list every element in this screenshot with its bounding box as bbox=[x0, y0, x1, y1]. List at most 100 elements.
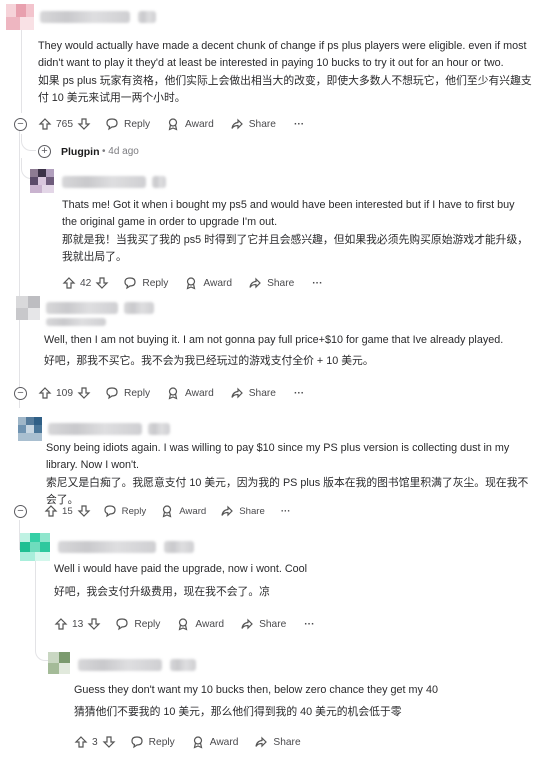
comment-text-en: Sony being idiots again. I was willing t… bbox=[46, 442, 510, 471]
meta-blurred bbox=[148, 423, 170, 435]
thread-line bbox=[21, 26, 22, 113]
award-button[interactable]: Award bbox=[184, 276, 232, 290]
share-button[interactable]: Share bbox=[220, 504, 265, 518]
more-options-button[interactable]: ··· bbox=[294, 388, 304, 399]
comment-text-zh: 那就是我！当我买了我的 ps5 时得到了它并且会感兴趣，但如果我必须先购买原始游… bbox=[62, 234, 529, 263]
award-label: Award bbox=[203, 277, 233, 289]
share-button[interactable]: Share bbox=[248, 276, 294, 290]
award-label: Award bbox=[185, 387, 214, 399]
avatar bbox=[20, 533, 50, 561]
reply-icon bbox=[106, 118, 118, 131]
downvote-button[interactable] bbox=[87, 617, 101, 631]
share-label: Share bbox=[248, 387, 276, 399]
upvote-icon bbox=[54, 618, 68, 630]
avatar bbox=[30, 169, 54, 193]
more-options-button[interactable]: ··· bbox=[304, 619, 314, 630]
award-button[interactable]: Award bbox=[166, 117, 214, 131]
award-icon bbox=[162, 505, 172, 518]
upvote-button[interactable] bbox=[38, 386, 52, 400]
reply-button[interactable]: Reply bbox=[123, 276, 168, 290]
share-icon bbox=[249, 277, 261, 289]
downvote-icon bbox=[95, 277, 109, 289]
reply-label: Reply bbox=[124, 387, 151, 399]
action-bar: 15 Reply Award Share ··· bbox=[44, 502, 290, 520]
collapse-icon[interactable]: − bbox=[14, 505, 27, 518]
downvote-button[interactable] bbox=[102, 735, 116, 749]
timestamp-text: 4d ago bbox=[108, 146, 139, 157]
reply-label: Reply bbox=[134, 618, 161, 630]
comment-text-en: They would actually have made a decent c… bbox=[38, 40, 527, 69]
share-icon bbox=[231, 387, 243, 399]
award-button[interactable]: Award bbox=[191, 735, 239, 749]
comment-text-zh: 如果 ps plus 玩家有资格，他们实际上会做出相当大的改变，即使大多数人不想… bbox=[38, 75, 532, 104]
username-blurred bbox=[62, 176, 146, 188]
username-blurred bbox=[48, 423, 142, 435]
more-options-button[interactable]: ··· bbox=[281, 506, 291, 517]
downvote-button[interactable] bbox=[95, 276, 109, 290]
reply-icon bbox=[116, 618, 128, 631]
expand-icon[interactable]: + bbox=[38, 145, 51, 158]
reply-button[interactable]: Reply bbox=[103, 504, 146, 518]
more-options-button[interactable]: ··· bbox=[294, 119, 304, 130]
downvote-button[interactable] bbox=[77, 386, 91, 400]
downvote-icon bbox=[77, 118, 91, 130]
thread-line bbox=[35, 560, 36, 640]
thread-line bbox=[19, 130, 20, 408]
comment-text-en: Thats me! Got it when i bought my ps5 an… bbox=[62, 199, 515, 228]
meta-blurred bbox=[46, 318, 106, 326]
award-icon bbox=[193, 736, 203, 749]
downvote-button[interactable] bbox=[77, 117, 91, 131]
more-icon: ··· bbox=[312, 277, 323, 289]
share-button[interactable]: Share bbox=[230, 117, 276, 131]
upvote-icon bbox=[38, 118, 52, 130]
award-label: Award bbox=[185, 118, 214, 130]
downvote-icon bbox=[87, 618, 101, 630]
share-label: Share bbox=[259, 618, 287, 630]
share-button[interactable]: Share bbox=[254, 735, 301, 749]
meta-blurred bbox=[170, 659, 196, 671]
username-blurred bbox=[78, 659, 162, 671]
avatar bbox=[6, 4, 34, 30]
comment-text-en: Well, then I am not buying it. I am not … bbox=[44, 334, 504, 346]
award-button[interactable]: Award bbox=[160, 504, 206, 518]
upvote-button[interactable] bbox=[44, 504, 58, 518]
downvote-button[interactable] bbox=[77, 504, 91, 518]
action-bar: 765 Reply Award Share ··· bbox=[38, 115, 304, 133]
award-icon bbox=[168, 387, 178, 400]
upvote-button[interactable] bbox=[54, 617, 68, 631]
upvote-button[interactable] bbox=[74, 735, 88, 749]
share-button[interactable]: Share bbox=[230, 386, 276, 400]
more-options-button[interactable]: ··· bbox=[312, 278, 322, 289]
meta-blurred bbox=[124, 302, 154, 314]
username-blurred bbox=[40, 11, 130, 23]
share-label: Share bbox=[273, 736, 301, 748]
vote-count: 42 bbox=[80, 277, 92, 289]
upvote-icon bbox=[62, 277, 76, 289]
meta-blurred bbox=[164, 541, 194, 553]
reply-button[interactable]: Reply bbox=[105, 117, 150, 131]
upvote-icon bbox=[38, 387, 52, 399]
downvote-icon bbox=[77, 505, 91, 517]
collapse-icon[interactable]: − bbox=[14, 118, 27, 131]
reply-icon bbox=[131, 736, 143, 749]
collapse-icon[interactable]: − bbox=[14, 387, 27, 400]
comment-text-en: Well i would have paid the upgrade, now … bbox=[54, 563, 308, 575]
more-icon: ··· bbox=[304, 618, 315, 630]
share-icon bbox=[231, 118, 243, 130]
vote-count: 13 bbox=[72, 618, 84, 630]
reply-icon bbox=[106, 387, 118, 400]
award-icon bbox=[168, 118, 178, 131]
award-button[interactable]: Award bbox=[176, 617, 224, 631]
downvote-icon bbox=[102, 736, 116, 748]
reply-button[interactable]: Reply bbox=[130, 735, 175, 749]
share-button[interactable]: Share bbox=[240, 617, 286, 631]
upvote-button[interactable] bbox=[38, 117, 52, 131]
reply-button[interactable]: Reply bbox=[105, 386, 150, 400]
award-button[interactable]: Award bbox=[166, 386, 214, 400]
share-label: Share bbox=[248, 118, 276, 130]
award-icon bbox=[179, 618, 188, 631]
comment-text-zh: 好吧，我会支付升级费用，现在我不会了。凉 bbox=[54, 586, 270, 598]
upvote-button[interactable] bbox=[62, 276, 76, 290]
reply-button[interactable]: Reply bbox=[115, 617, 160, 631]
award-label: Award bbox=[209, 736, 239, 748]
